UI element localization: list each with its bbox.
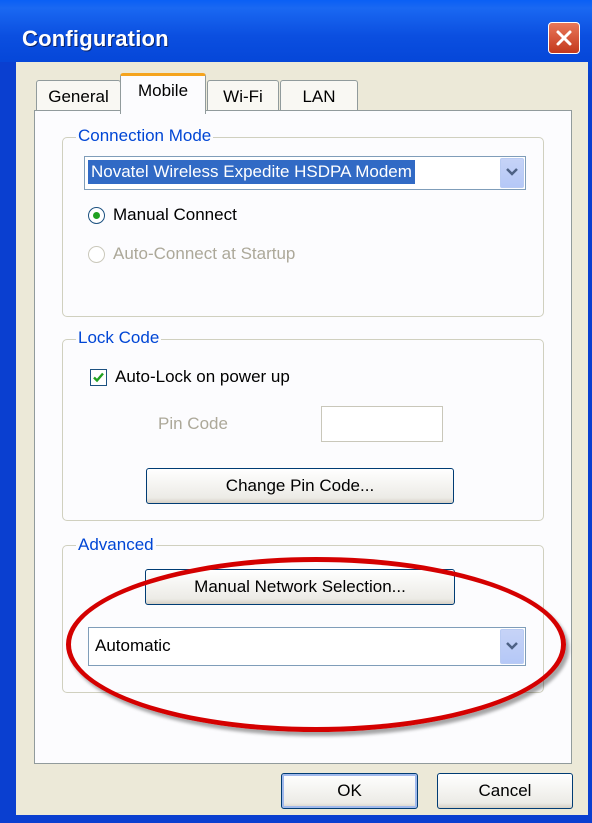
checkmark-icon bbox=[93, 372, 104, 383]
manual-connect-label: Manual Connect bbox=[113, 205, 237, 224]
ok-button[interactable]: OK bbox=[281, 773, 418, 809]
tab-wifi[interactable]: Wi-Fi bbox=[207, 80, 279, 113]
tab-wifi-label: Wi-Fi bbox=[223, 87, 263, 106]
annotation-ellipse bbox=[66, 557, 566, 732]
chevron-down-icon bbox=[506, 168, 518, 176]
tab-general[interactable]: General bbox=[36, 80, 121, 113]
close-icon bbox=[556, 30, 572, 46]
cancel-button[interactable]: Cancel bbox=[437, 773, 573, 809]
connection-mode-label: Connection Mode bbox=[76, 126, 214, 146]
cancel-label: Cancel bbox=[478, 781, 532, 800]
change-pin-code-label: Change Pin Code... bbox=[225, 476, 375, 495]
advanced-label: Advanced bbox=[76, 535, 156, 555]
auto-lock-checkbox[interactable] bbox=[90, 369, 107, 386]
auto-lock-label: Auto-Lock on power up bbox=[115, 367, 290, 386]
window-title: Configuration bbox=[22, 26, 169, 51]
device-select-value: Novatel Wireless Expedite HSDPA Modem bbox=[88, 160, 415, 184]
radio-selected-dot bbox=[93, 212, 100, 219]
ok-label: OK bbox=[337, 781, 362, 800]
window-border-left bbox=[0, 62, 16, 823]
close-button[interactable] bbox=[548, 22, 580, 54]
auto-connect-label: Auto-Connect at Startup bbox=[113, 244, 296, 263]
tab-lan-label: LAN bbox=[302, 87, 336, 106]
pin-code-input[interactable] bbox=[321, 406, 443, 442]
device-select[interactable]: Novatel Wireless Expedite HSDPA Modem bbox=[84, 156, 526, 190]
window-border-bottom bbox=[0, 815, 592, 823]
tab-general-label: General bbox=[48, 87, 109, 106]
pin-code-label: Pin Code bbox=[158, 414, 228, 433]
change-pin-code-button[interactable]: Change Pin Code... bbox=[146, 468, 454, 504]
tab-lan[interactable]: LAN bbox=[280, 80, 358, 113]
tab-mobile[interactable]: Mobile bbox=[120, 73, 206, 114]
lock-code-label: Lock Code bbox=[76, 328, 162, 348]
manual-connect-radio[interactable] bbox=[88, 207, 105, 224]
device-select-dropdown-button[interactable] bbox=[500, 158, 524, 188]
auto-connect-radio[interactable] bbox=[88, 246, 105, 263]
tab-mobile-label: Mobile bbox=[137, 81, 189, 100]
